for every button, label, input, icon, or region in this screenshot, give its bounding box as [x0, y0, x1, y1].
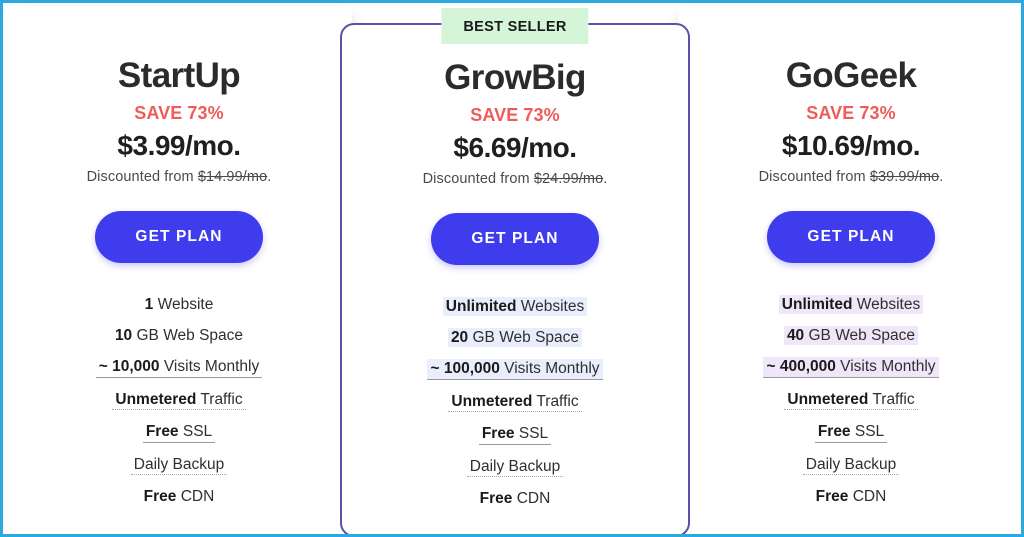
feature-text: Unmetered Traffic — [784, 390, 918, 411]
feature-item: Free SSL — [6, 416, 352, 448]
get-plan-button[interactable]: GET PLAN — [95, 210, 263, 263]
feature-text: Daily Backup — [466, 457, 564, 477]
feature-item: Daily Backup — [6, 449, 352, 481]
feature-emphasis: 20 — [450, 329, 469, 347]
feature-item: Unmetered Traffic — [6, 384, 352, 416]
best-seller-badge: BEST SELLER — [441, 8, 589, 44]
feature-emphasis: ~ 10,000 — [98, 358, 160, 376]
feature-item: Daily Backup — [678, 449, 1021, 481]
feature-list: Unlimited Websites 40 GB Web Space ~ 400,0… — [678, 289, 1021, 513]
pricing-card-growbig: BEST SELLER GrowBig SAVE 73% $6.69/mo. D… — [340, 8, 690, 534]
feature-item: Unmetered Traffic — [678, 384, 1021, 416]
feature-list: 1 Website 10 GB Web Space ~ 10,000 Visits … — [6, 289, 352, 513]
save-badge: SAVE 73% — [134, 102, 224, 123]
feature-text: Unlimited Websites — [442, 296, 588, 317]
discount-prefix: Discounted from — [422, 170, 534, 187]
feature-emphasis: 40 — [786, 327, 805, 345]
feature-item: Free CDN — [678, 481, 1021, 512]
feature-emphasis: 10 — [114, 327, 133, 345]
get-plan-button[interactable]: GET PLAN — [431, 212, 599, 265]
get-plan-button[interactable]: GET PLAN — [767, 210, 935, 263]
plan-price: $10.69/mo. — [781, 129, 921, 161]
feature-item: Free CDN — [342, 483, 688, 514]
feature-text: Free SSL — [142, 422, 216, 443]
discount-suffix: . — [603, 170, 608, 187]
feature-emphasis: Free — [479, 489, 513, 507]
plan-price: $3.99/mo. — [117, 129, 241, 161]
feature-text: 20 GB Web Space — [447, 328, 583, 348]
feature-text: Daily Backup — [130, 455, 228, 475]
feature-text: Unlimited Websites — [778, 294, 924, 315]
feature-item: Free CDN — [6, 481, 352, 512]
feature-emphasis: Free — [815, 487, 849, 505]
feature-item: ~ 10,000 Visits Monthly — [6, 351, 352, 383]
discount-prefix: Discounted from — [86, 168, 198, 185]
feature-item: ~ 400,000 Visits Monthly — [678, 351, 1021, 383]
feature-emphasis: Free — [143, 487, 177, 505]
feature-emphasis: Unmetered — [787, 390, 869, 408]
feature-text: Unmetered Traffic — [448, 392, 582, 413]
feature-text: Free CDN — [815, 487, 887, 505]
pricing-page: StartUp SAVE 73% $3.99/mo. Discounted fr… — [0, 0, 1024, 537]
feature-emphasis: Unmetered — [451, 392, 533, 410]
feature-emphasis: Unlimited — [445, 297, 517, 315]
original-price: $24.99/mo — [533, 170, 604, 187]
feature-text: ~ 100,000 Visits Monthly — [427, 359, 603, 380]
feature-text: Free SSL — [814, 422, 888, 443]
feature-item: 1 Website — [6, 289, 352, 320]
feature-item: Free SSL — [678, 416, 1021, 448]
plan-name: GoGeek — [785, 56, 917, 95]
feature-emphasis: Unmetered — [115, 390, 197, 408]
discount-suffix: . — [939, 168, 944, 185]
feature-text: Free CDN — [479, 489, 551, 507]
feature-text: ~ 10,000 Visits Monthly — [95, 357, 263, 378]
discount-note: Discounted from $14.99/mo. — [6, 169, 352, 185]
feature-text: Daily Backup — [802, 455, 900, 475]
plan-name: GrowBig — [444, 58, 586, 97]
save-badge: SAVE 73% — [806, 102, 896, 123]
feature-list: Unlimited Websites 20 GB Web Space ~ 100,0… — [342, 291, 688, 515]
save-badge: SAVE 73% — [470, 104, 560, 125]
feature-item: Free SSL — [342, 418, 688, 450]
pricing-card-startup: StartUp SAVE 73% $3.99/mo. Discounted fr… — [6, 6, 352, 534]
feature-text: Unmetered Traffic — [112, 390, 246, 411]
feature-emphasis: Free — [145, 423, 179, 441]
discount-suffix: . — [267, 168, 272, 185]
feature-item: Daily Backup — [342, 451, 688, 483]
feature-text: 40 GB Web Space — [783, 326, 919, 346]
feature-item: Unmetered Traffic — [342, 386, 688, 418]
feature-emphasis: Free — [481, 425, 515, 443]
feature-text: 10 GB Web Space — [114, 327, 244, 345]
original-price: $14.99/mo — [197, 168, 268, 185]
feature-emphasis: ~ 400,000 — [766, 358, 836, 376]
discount-prefix: Discounted from — [758, 168, 870, 185]
plan-price: $6.69/mo. — [453, 131, 577, 163]
feature-item: 20 GB Web Space — [342, 322, 688, 353]
feature-item: Unlimited Websites — [678, 289, 1021, 320]
pricing-card-gogeek: GoGeek SAVE 73% $10.69/mo. Discounted fr… — [678, 6, 1021, 534]
feature-text: Free CDN — [143, 487, 215, 505]
feature-item: 40 GB Web Space — [678, 320, 1021, 351]
feature-emphasis: Unlimited — [781, 295, 853, 313]
original-price: $39.99/mo — [869, 168, 940, 185]
discount-note: Discounted from $24.99/mo. — [342, 171, 688, 187]
feature-text: Free SSL — [478, 424, 552, 445]
feature-emphasis: ~ 100,000 — [430, 360, 500, 378]
feature-item: ~ 100,000 Visits Monthly — [342, 353, 688, 385]
discount-note: Discounted from $39.99/mo. — [678, 168, 1021, 185]
feature-text: ~ 400,000 Visits Monthly — [763, 357, 939, 378]
plan-name: StartUp — [117, 56, 241, 95]
pricing-card-row: StartUp SAVE 73% $3.99/mo. Discounted fr… — [6, 6, 1021, 534]
feature-item: Unlimited Websites — [342, 291, 688, 322]
feature-emphasis: 1 — [144, 295, 154, 313]
feature-text: 1 Website — [144, 295, 214, 313]
feature-emphasis: Free — [817, 423, 851, 441]
feature-item: 10 GB Web Space — [6, 320, 352, 351]
